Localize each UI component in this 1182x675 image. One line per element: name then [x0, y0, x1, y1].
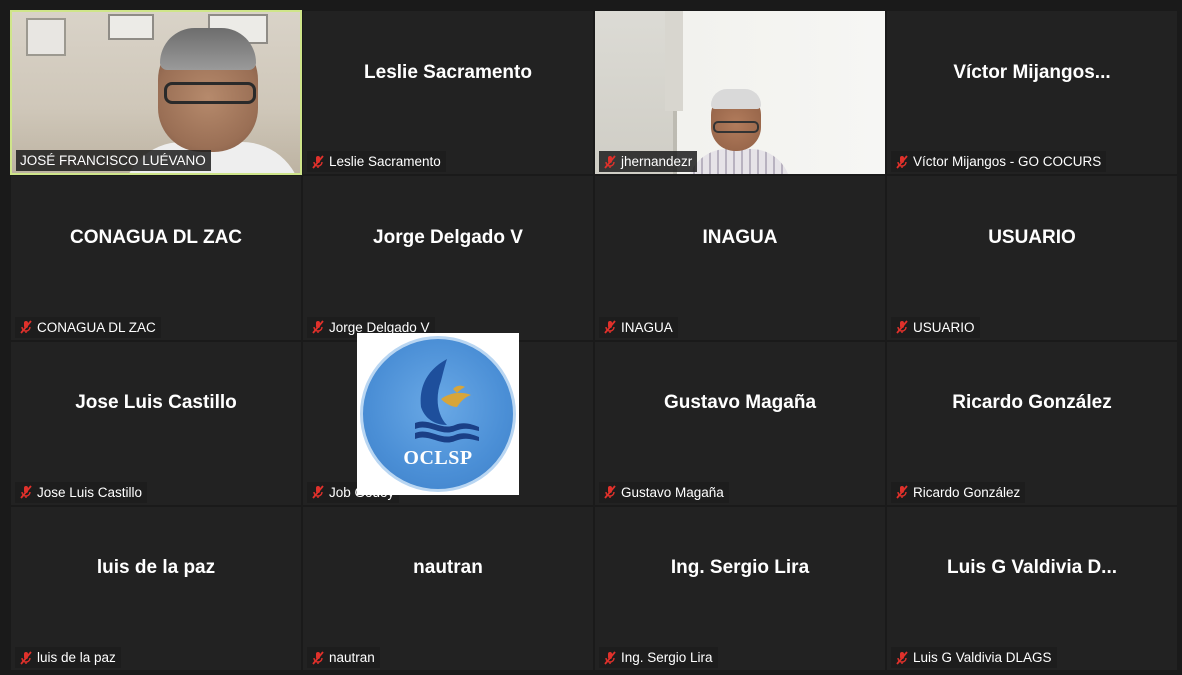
- participant-label-text: jhernandezr: [621, 154, 693, 170]
- participant-tile[interactable]: Ing. Sergio Lira Ing. Sergio Lira: [594, 505, 886, 671]
- participant-tile[interactable]: jhernandezr: [594, 10, 886, 176]
- muted-mic-icon: [19, 320, 33, 334]
- participant-tile[interactable]: Luis G Valdivia D... Luis G Valdivia DLA…: [886, 505, 1178, 671]
- participant-label-text: Ricardo González: [913, 484, 1021, 500]
- participant-display-name: Ricardo González: [952, 392, 1112, 414]
- participant-name-label: Ricardo González: [891, 481, 1026, 503]
- participant-name-label: USUARIO: [891, 316, 980, 338]
- muted-mic-icon: [311, 320, 325, 334]
- participant-name-label: nautran: [307, 647, 380, 668]
- participant-display-name: Gustavo Magaña: [663, 392, 817, 414]
- participant-label-text: INAGUA: [621, 319, 673, 335]
- muted-mic-icon: [895, 650, 909, 665]
- participant-label-text: Jose Luis Castillo: [37, 484, 143, 500]
- participant-tile[interactable]: Jorge Delgado V Jorge Delgado V: [302, 175, 594, 341]
- participant-name-label: INAGUA: [599, 316, 678, 338]
- participant-label-text: luis de la paz: [37, 650, 116, 665]
- muted-mic-icon: [603, 485, 617, 499]
- participant-label-text: Víctor Mijangos - GO COCURS: [913, 154, 1102, 170]
- participant-tile[interactable]: CONAGUA DL ZAC CONAGUA DL ZAC: [10, 175, 302, 341]
- participant-tile[interactable]: Leslie Sacramento Leslie Sacramento: [302, 10, 594, 176]
- oclsp-logo-icon: OCLSP: [360, 336, 516, 492]
- participant-tile[interactable]: JOSÉ FRANCISCO LUÉVANO: [10, 10, 302, 176]
- oclsp-logo-overlay: OCLSP: [357, 333, 519, 495]
- participant-display-name: luis de la paz: [96, 557, 216, 579]
- participant-name-label: Ing. Sergio Lira: [599, 647, 718, 668]
- participant-display-name: Ing. Sergio Lira: [670, 557, 810, 579]
- muted-mic-icon: [19, 650, 33, 665]
- participant-display-name: Jorge Delgado V: [373, 226, 523, 248]
- participant-tile[interactable]: INAGUA INAGUA: [594, 175, 886, 341]
- participant-display-name: Leslie Sacramento: [364, 61, 532, 83]
- participant-label-text: CONAGUA DL ZAC: [37, 319, 156, 335]
- participant-tile[interactable]: Ricardo González Ricardo González: [886, 340, 1178, 506]
- participant-name-label: Jose Luis Castillo: [15, 481, 148, 503]
- participant-tile[interactable]: nautran nautran: [302, 505, 594, 671]
- muted-mic-icon: [311, 485, 325, 499]
- participant-name-label: Gustavo Magaña: [599, 481, 729, 503]
- participant-label-text: Ing. Sergio Lira: [621, 650, 713, 665]
- participant-display-name: Víctor Mijangos...: [953, 61, 1111, 83]
- participant-name-label: Víctor Mijangos - GO COCURS: [891, 151, 1107, 173]
- muted-mic-icon: [895, 320, 909, 334]
- participant-name-label: luis de la paz: [15, 647, 121, 668]
- muted-mic-icon: [311, 155, 325, 169]
- participant-label-text: nautran: [329, 650, 375, 665]
- participant-tile[interactable]: Jose Luis Castillo Jose Luis Castillo: [10, 340, 302, 506]
- muted-mic-icon: [895, 155, 909, 169]
- participant-name-label: jhernandezr: [599, 151, 698, 173]
- muted-mic-icon: [603, 320, 617, 334]
- participant-name-label: JOSÉ FRANCISCO LUÉVANO: [16, 150, 211, 172]
- participant-label-text: USUARIO: [913, 319, 975, 335]
- participant-name-label: Luis G Valdivia DLAGS: [891, 647, 1057, 668]
- participant-video: [12, 12, 300, 174]
- oclsp-logo-text: OCLSP: [403, 447, 473, 469]
- participant-display-name: INAGUA: [702, 226, 778, 248]
- participant-tile[interactable]: USUARIO USUARIO: [886, 175, 1178, 341]
- participant-tile[interactable]: Víctor Mijangos... Víctor Mijangos - GO …: [886, 10, 1178, 176]
- muted-mic-icon: [895, 485, 909, 499]
- participant-display-name: USUARIO: [988, 226, 1076, 248]
- participant-label-text: Luis G Valdivia DLAGS: [913, 650, 1052, 665]
- participant-video: [595, 11, 885, 175]
- participant-label-text: Gustavo Magaña: [621, 484, 724, 500]
- participant-name-label: CONAGUA DL ZAC: [15, 316, 161, 338]
- muted-mic-icon: [603, 155, 617, 169]
- muted-mic-icon: [19, 485, 33, 499]
- participant-label-text: Leslie Sacramento: [329, 154, 441, 170]
- participant-tile[interactable]: luis de la paz luis de la paz: [10, 505, 302, 671]
- participant-name-label: Leslie Sacramento: [307, 151, 446, 173]
- muted-mic-icon: [603, 650, 617, 665]
- participant-gallery: JOSÉ FRANCISCO LUÉVANO Leslie Sacramento…: [10, 10, 1178, 671]
- participant-display-name: Jose Luis Castillo: [75, 392, 237, 414]
- muted-mic-icon: [311, 650, 325, 665]
- participant-display-name: nautran: [413, 557, 483, 579]
- participant-tile[interactable]: Gustavo Magaña Gustavo Magaña: [594, 340, 886, 506]
- participant-label-text: JOSÉ FRANCISCO LUÉVANO: [20, 153, 206, 169]
- participant-display-name: CONAGUA DL ZAC: [69, 226, 243, 248]
- participant-display-name: Luis G Valdivia D...: [947, 557, 1117, 579]
